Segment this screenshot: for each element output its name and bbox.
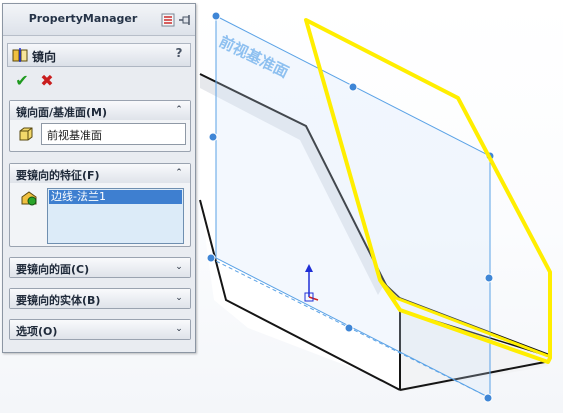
mirror-plane-group: 镜向面/基准面(M) ⌃ 前视基准面 <box>9 100 191 152</box>
cancel-button[interactable]: ✖ <box>38 72 56 90</box>
features-group-title: 要镜向的特征(F) <box>16 169 100 182</box>
plane-handle[interactable] <box>484 273 494 283</box>
mirror-feature-icon <box>12 47 28 63</box>
feature-header: 镜向 ? <box>7 43 191 67</box>
collapse-chevron-icon[interactable]: ⌃ <box>172 166 186 180</box>
plane-handle[interactable] <box>211 11 221 21</box>
collapse-chevron-icon[interactable]: ⌃ <box>172 103 186 117</box>
plane-handle[interactable] <box>344 323 354 333</box>
bodies-to-mirror-group[interactable]: 要镜向的实体(B) ⌄ <box>9 288 191 309</box>
help-button[interactable]: ? <box>172 46 186 62</box>
bodies-group-title: 要镜向的实体(B) <box>16 294 101 307</box>
list-item[interactable]: 边线-法兰1 <box>49 190 182 204</box>
mirror-plane-value: 前视基准面 <box>47 129 102 142</box>
faces-group-title: 要镜向的面(C) <box>16 263 90 276</box>
options-group-title: 选项(O) <box>16 325 58 338</box>
feature-icon <box>20 189 38 207</box>
options-group-header[interactable]: 选项(O) ⌄ <box>10 320 190 339</box>
bodies-group-header[interactable]: 要镜向的实体(B) ⌄ <box>10 289 190 308</box>
expand-chevron-icon[interactable]: ⌄ <box>172 260 186 274</box>
expand-chevron-icon[interactable]: ⌄ <box>172 291 186 305</box>
plane-handle[interactable] <box>208 132 218 142</box>
pm-title: PropertyManager <box>28 12 138 25</box>
plane-handle[interactable] <box>348 82 358 92</box>
features-group-header[interactable]: 要镜向的特征(F) ⌃ <box>10 164 190 183</box>
feature-name: 镜向 <box>32 50 57 64</box>
ok-button[interactable]: ✔ <box>13 72 31 90</box>
features-to-mirror-group: 要镜向的特征(F) ⌃ 边线-法兰1 <box>9 163 191 247</box>
plane-icon <box>18 126 34 142</box>
pin-icon[interactable] <box>178 12 192 26</box>
pm-title-bar: PropertyManager <box>3 4 195 36</box>
mirror-plane-selection-box[interactable]: 前视基准面 <box>41 123 186 145</box>
collapse-icon[interactable] <box>161 12 175 27</box>
expand-chevron-icon[interactable]: ⌄ <box>172 322 186 336</box>
mirror-plane-group-header[interactable]: 镜向面/基准面(M) ⌃ <box>10 101 190 120</box>
property-manager: PropertyManager 镜向 ? ✔ ✖ 镜向面/基准面(M) ⌃ 前视… <box>2 3 196 353</box>
mirror-plane-group-title: 镜向面/基准面(M) <box>16 106 108 119</box>
faces-to-mirror-group[interactable]: 要镜向的面(C) ⌄ <box>9 257 191 278</box>
plane-handle[interactable] <box>483 393 493 403</box>
plane-handle[interactable] <box>206 253 216 263</box>
faces-group-header[interactable]: 要镜向的面(C) ⌄ <box>10 258 190 277</box>
features-selection-list[interactable]: 边线-法兰1 <box>47 188 184 244</box>
options-group[interactable]: 选项(O) ⌄ <box>9 319 191 340</box>
